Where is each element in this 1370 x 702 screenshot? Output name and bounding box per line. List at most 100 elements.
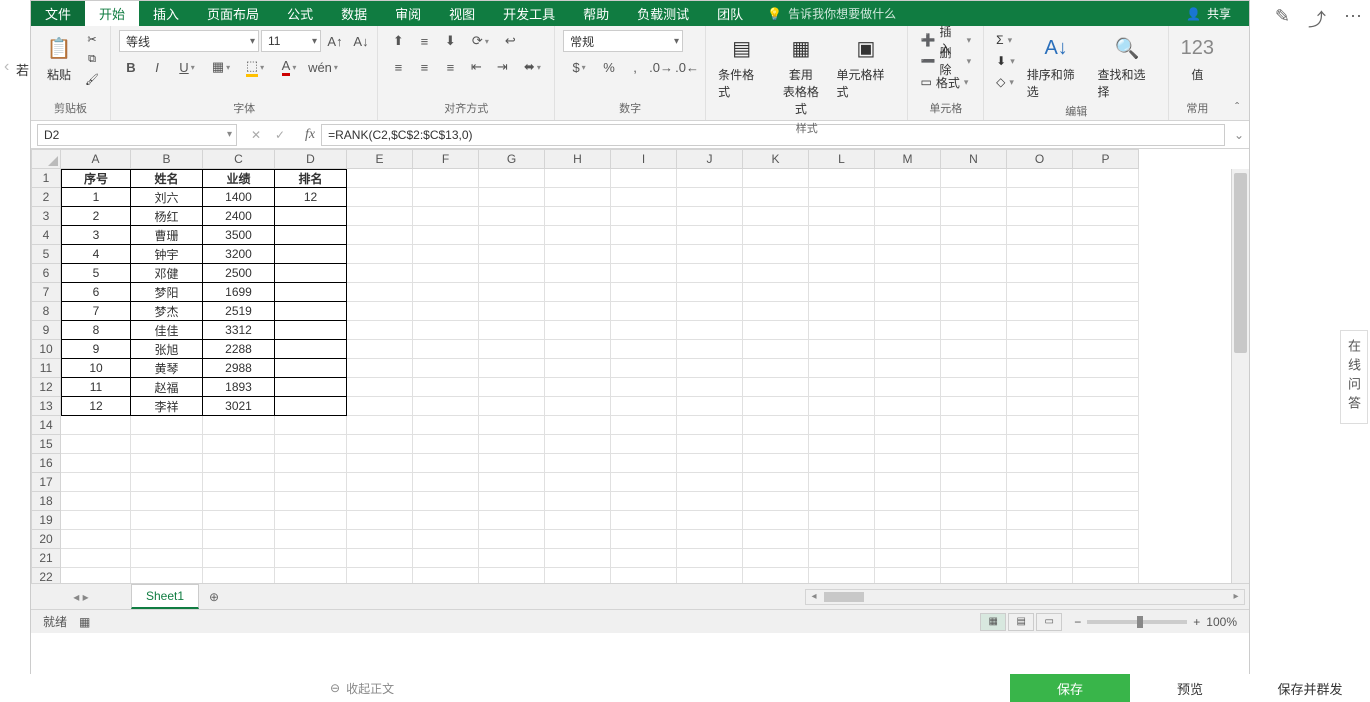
cell[interactable] bbox=[203, 511, 275, 530]
cell[interactable] bbox=[275, 511, 347, 530]
cell[interactable] bbox=[347, 397, 413, 416]
cell[interactable] bbox=[413, 473, 479, 492]
cell[interactable] bbox=[1073, 340, 1139, 359]
cell[interactable] bbox=[809, 378, 875, 397]
cell[interactable] bbox=[479, 492, 545, 511]
cell[interactable]: 3500 bbox=[203, 226, 275, 245]
decrease-decimal-button[interactable]: .0← bbox=[675, 56, 699, 78]
cell[interactable] bbox=[875, 492, 941, 511]
cell[interactable] bbox=[809, 340, 875, 359]
cell[interactable] bbox=[809, 530, 875, 549]
cell[interactable] bbox=[479, 378, 545, 397]
cell[interactable] bbox=[1073, 207, 1139, 226]
cell[interactable] bbox=[875, 397, 941, 416]
cell[interactable] bbox=[809, 511, 875, 530]
find-select-button[interactable]: 🔍查找和选择 bbox=[1094, 30, 1161, 102]
col-header-J[interactable]: J bbox=[677, 149, 743, 169]
cell[interactable]: 10 bbox=[61, 359, 131, 378]
row-header-21[interactable]: 21 bbox=[31, 549, 61, 568]
cell[interactable] bbox=[61, 492, 131, 511]
more-icon[interactable]: ⋯ bbox=[1344, 6, 1362, 32]
cell[interactable] bbox=[1007, 169, 1073, 188]
cell[interactable] bbox=[743, 207, 809, 226]
cell[interactable] bbox=[413, 511, 479, 530]
cell[interactable] bbox=[611, 511, 677, 530]
cell[interactable] bbox=[413, 264, 479, 283]
increase-decimal-button[interactable]: .0→ bbox=[649, 56, 673, 78]
cell[interactable] bbox=[275, 530, 347, 549]
col-header-C[interactable]: C bbox=[203, 149, 275, 169]
cut-button[interactable]: ✂ bbox=[83, 30, 101, 48]
number-format-select[interactable]: 常规 bbox=[563, 30, 683, 52]
cell[interactable] bbox=[545, 530, 611, 549]
tell-me[interactable]: 💡告诉我你想要做什么 bbox=[767, 1, 896, 26]
cell[interactable] bbox=[875, 530, 941, 549]
cell[interactable] bbox=[413, 321, 479, 340]
row-header-2[interactable]: 2 bbox=[31, 188, 61, 207]
cell[interactable] bbox=[479, 321, 545, 340]
cell[interactable] bbox=[743, 568, 809, 583]
confirm-formula-button[interactable]: ✓ bbox=[271, 126, 289, 144]
cell[interactable] bbox=[941, 473, 1007, 492]
cell[interactable] bbox=[611, 492, 677, 511]
cell[interactable] bbox=[545, 435, 611, 454]
cell[interactable] bbox=[1073, 283, 1139, 302]
cell[interactable] bbox=[1007, 492, 1073, 511]
cell[interactable] bbox=[203, 549, 275, 568]
borders-button[interactable]: ▦ bbox=[205, 56, 237, 78]
align-top-button[interactable]: ⬆ bbox=[386, 30, 410, 52]
cell[interactable] bbox=[131, 435, 203, 454]
cell[interactable]: 黄琴 bbox=[131, 359, 203, 378]
cell[interactable] bbox=[809, 549, 875, 568]
font-family-select[interactable]: 等线 bbox=[119, 30, 259, 52]
col-header-A[interactable]: A bbox=[61, 149, 131, 169]
cell[interactable]: 1 bbox=[61, 188, 131, 207]
cell[interactable] bbox=[347, 549, 413, 568]
cell[interactable]: 邓健 bbox=[131, 264, 203, 283]
col-header-O[interactable]: O bbox=[1007, 149, 1073, 169]
cell[interactable]: 1699 bbox=[203, 283, 275, 302]
zoom-out-button[interactable]: − bbox=[1074, 615, 1081, 629]
cell[interactable] bbox=[545, 378, 611, 397]
cell[interactable] bbox=[413, 492, 479, 511]
cell[interactable] bbox=[743, 416, 809, 435]
cell[interactable] bbox=[941, 435, 1007, 454]
cell[interactable] bbox=[941, 549, 1007, 568]
cell[interactable] bbox=[275, 207, 347, 226]
cell[interactable] bbox=[479, 302, 545, 321]
cell[interactable]: 2500 bbox=[203, 264, 275, 283]
cell[interactable] bbox=[275, 245, 347, 264]
cell[interactable] bbox=[809, 359, 875, 378]
cell[interactable]: 8 bbox=[61, 321, 131, 340]
cell[interactable] bbox=[1007, 340, 1073, 359]
cell[interactable] bbox=[875, 188, 941, 207]
cell[interactable] bbox=[413, 283, 479, 302]
cell[interactable] bbox=[611, 264, 677, 283]
cell[interactable] bbox=[677, 473, 743, 492]
row-header-4[interactable]: 4 bbox=[31, 226, 61, 245]
cell[interactable] bbox=[743, 340, 809, 359]
cell[interactable] bbox=[347, 378, 413, 397]
cell[interactable] bbox=[1007, 568, 1073, 583]
cell[interactable] bbox=[203, 492, 275, 511]
cell[interactable] bbox=[809, 245, 875, 264]
cell[interactable]: 刘六 bbox=[131, 188, 203, 207]
cell[interactable] bbox=[413, 359, 479, 378]
cell[interactable] bbox=[875, 264, 941, 283]
cell[interactable] bbox=[479, 188, 545, 207]
col-header-K[interactable]: K bbox=[743, 149, 809, 169]
cell[interactable] bbox=[677, 169, 743, 188]
cell[interactable] bbox=[611, 397, 677, 416]
zoom-slider[interactable] bbox=[1087, 620, 1187, 624]
cell[interactable] bbox=[809, 169, 875, 188]
cell[interactable] bbox=[677, 378, 743, 397]
cell[interactable] bbox=[677, 264, 743, 283]
save-button[interactable]: 保存 bbox=[1010, 674, 1130, 702]
cell[interactable]: 1400 bbox=[203, 188, 275, 207]
cell[interactable] bbox=[743, 511, 809, 530]
cell[interactable] bbox=[1007, 530, 1073, 549]
hscroll-thumb[interactable] bbox=[824, 592, 864, 602]
cell[interactable] bbox=[611, 416, 677, 435]
cell[interactable] bbox=[941, 530, 1007, 549]
col-header-H[interactable]: H bbox=[545, 149, 611, 169]
